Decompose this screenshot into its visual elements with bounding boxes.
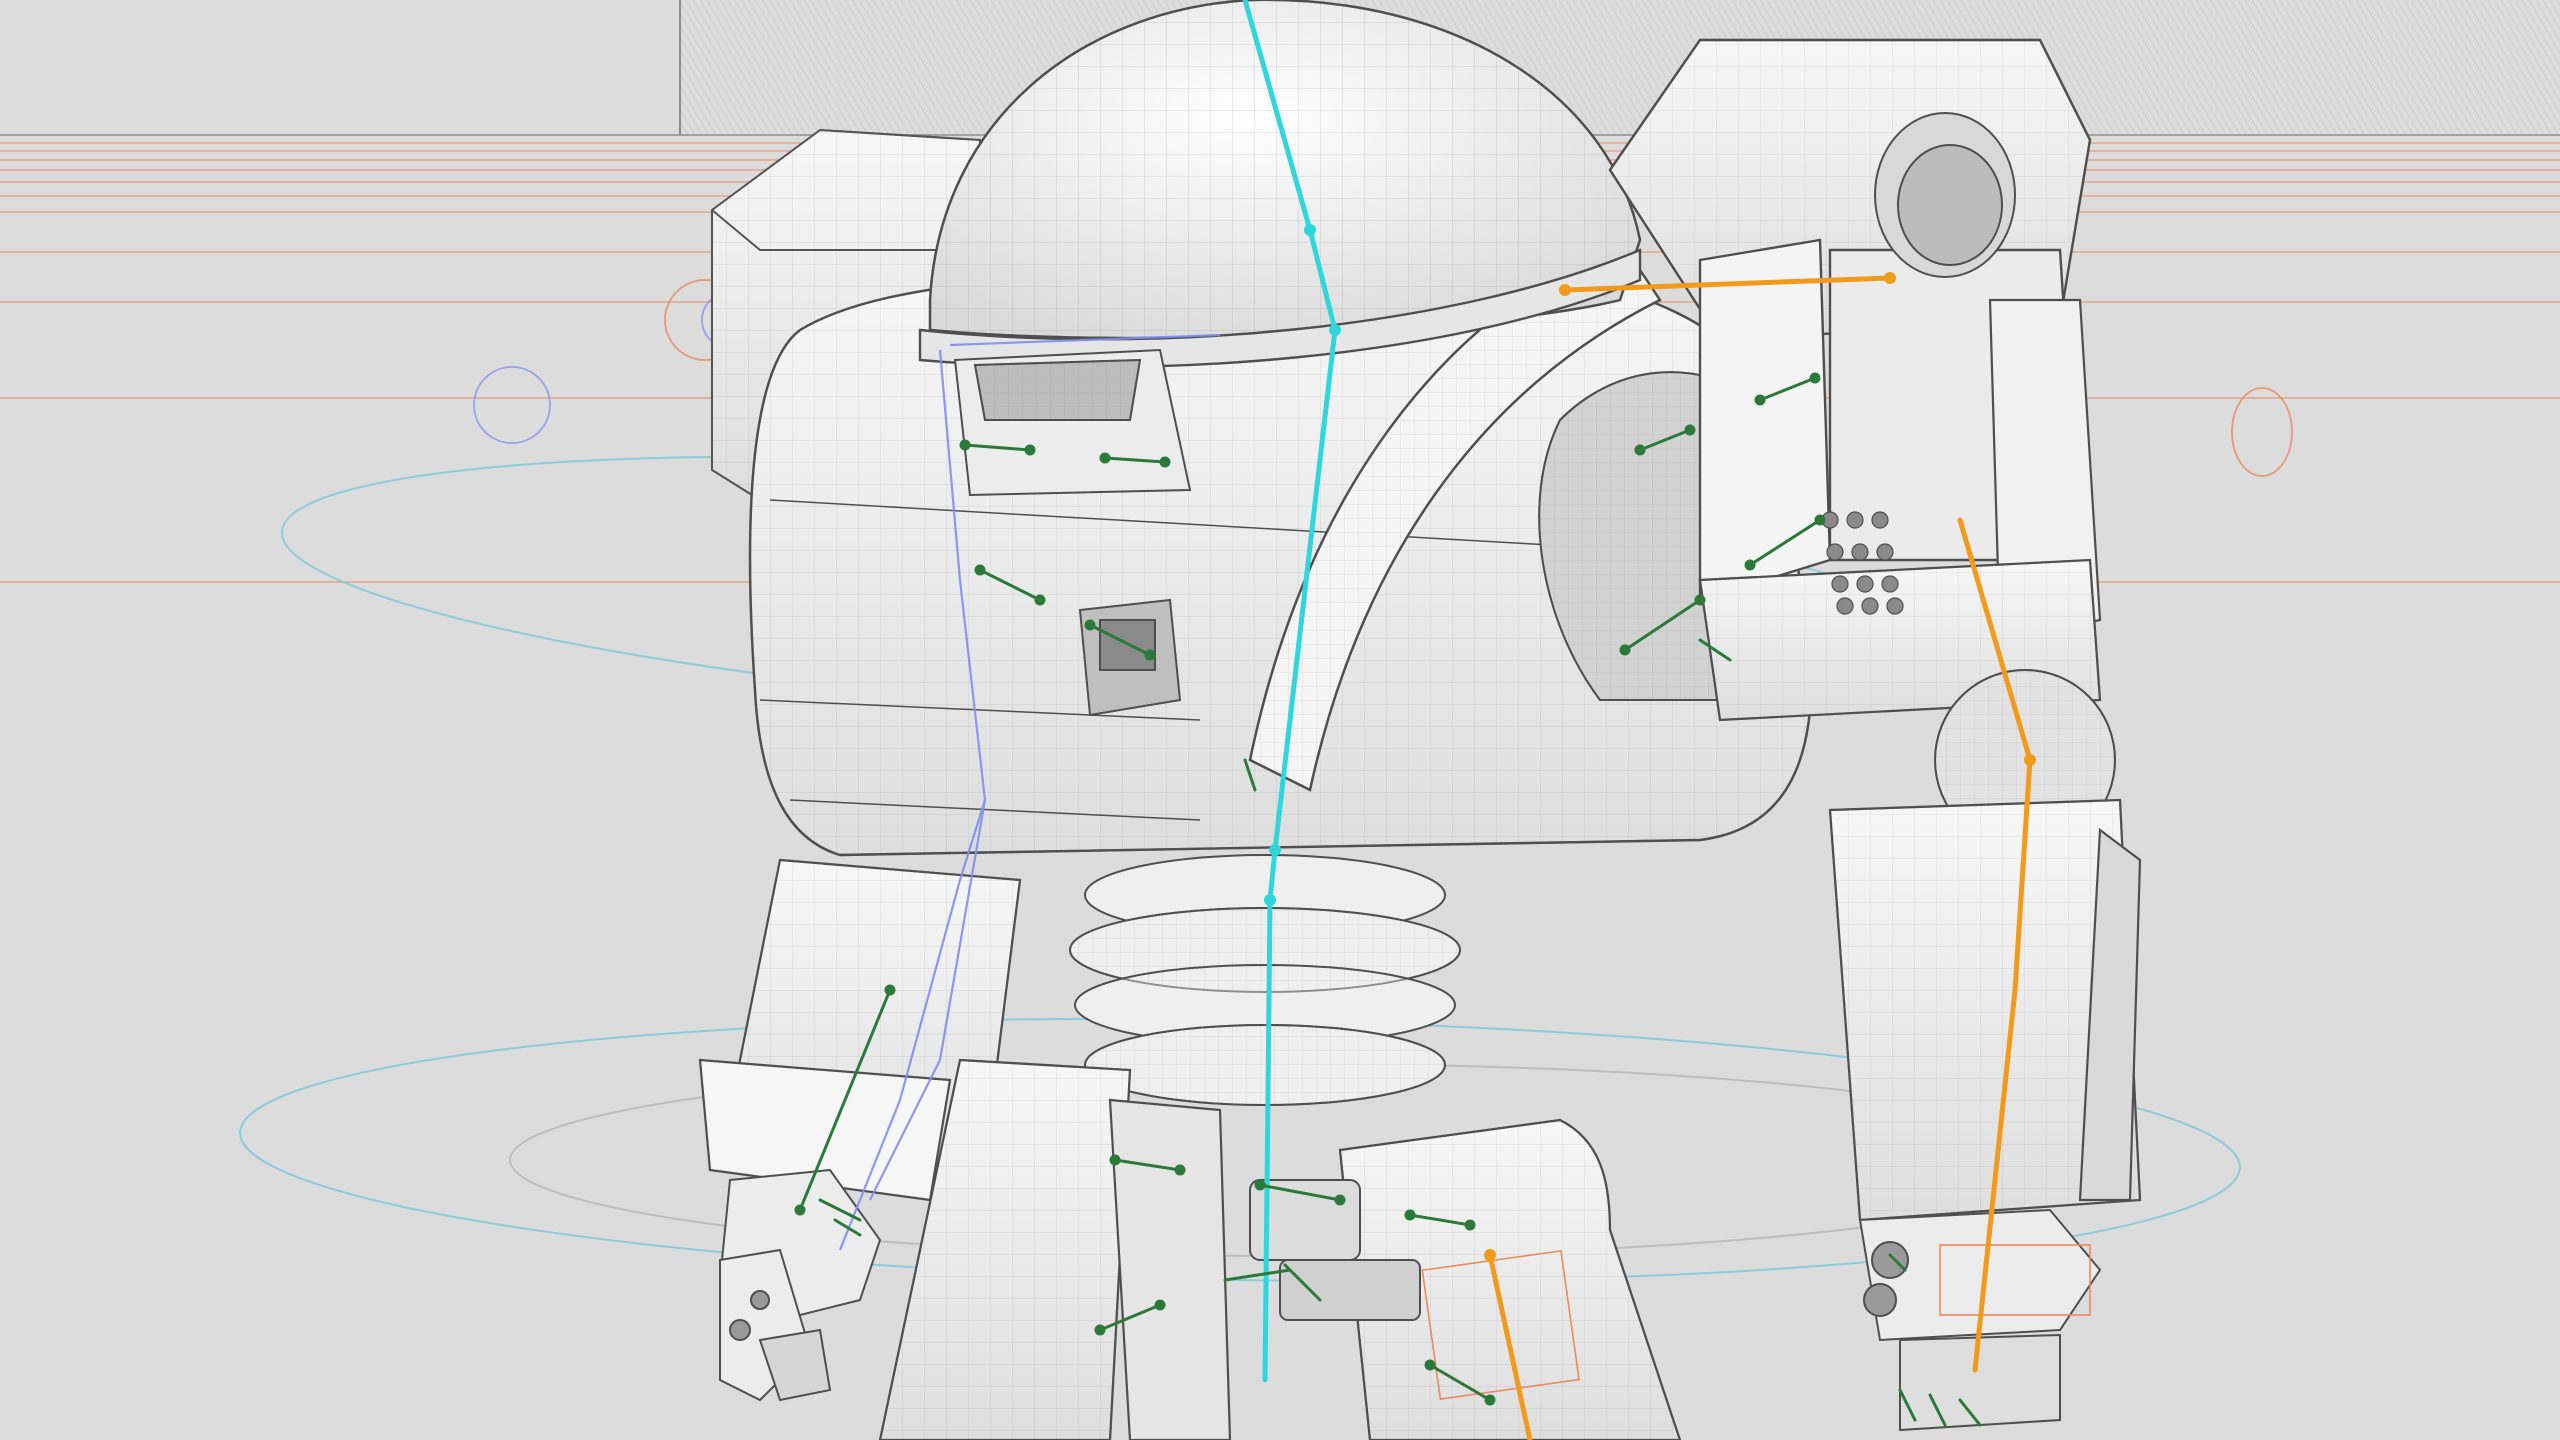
robot-rig-render [0, 0, 2560, 1440]
backdrop-hatched-panel [680, 0, 2560, 135]
right-forearm [1828, 798, 2142, 1222]
waist-rings [1069, 854, 1461, 1106]
chest-vent [1078, 598, 1182, 717]
visor [953, 348, 1192, 497]
shoulder-port [1874, 112, 2016, 278]
3d-viewport[interactable] [0, 0, 2560, 1440]
